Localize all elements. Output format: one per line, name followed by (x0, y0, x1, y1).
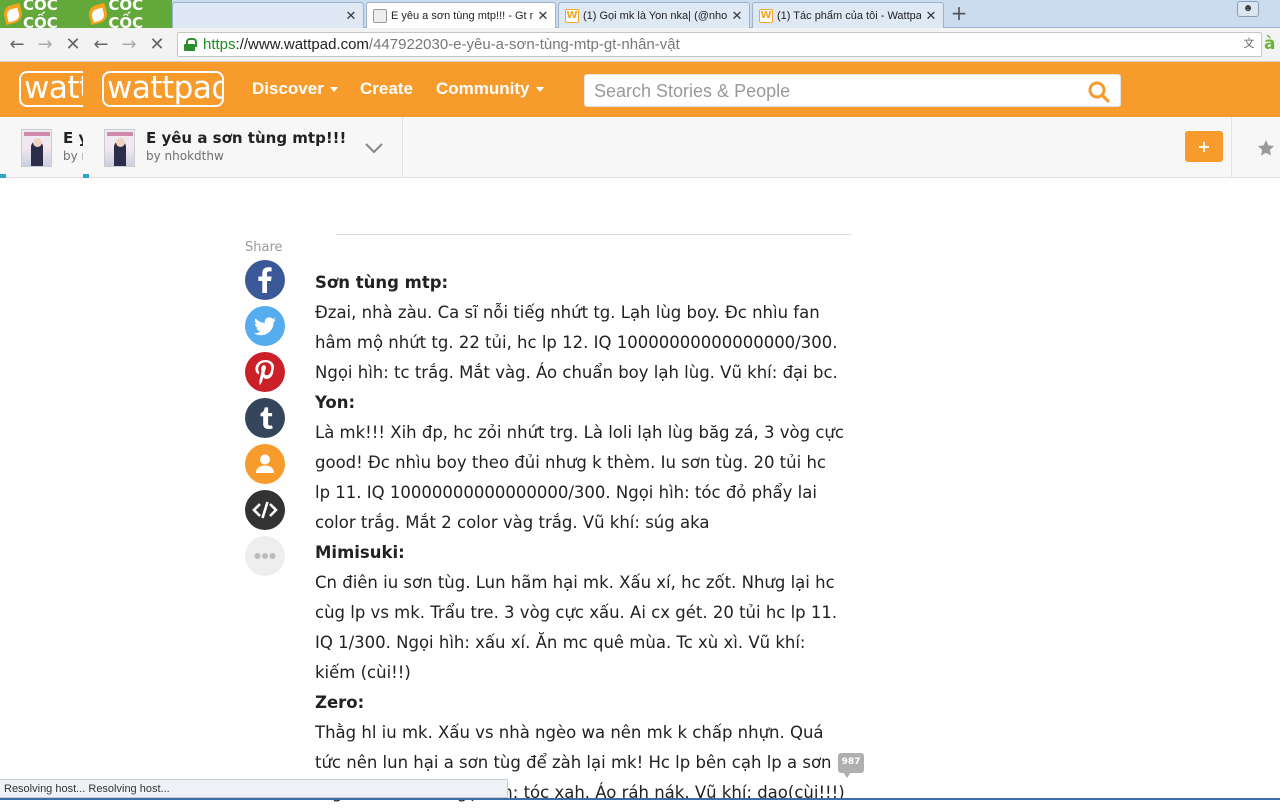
nav-create-label: Create (360, 79, 413, 98)
lock-icon (184, 38, 197, 51)
wattpad-header: wattpad wattpad Discover Create Communit… (0, 62, 1280, 117)
story-text: Sơn tùng mtp: Đzai, nhà zàu. Ca sĩ nỗi t… (315, 268, 845, 808)
window-close-icon[interactable] (1262, 1, 1280, 17)
story-cover-thumbnail[interactable] (21, 129, 52, 167)
caret-down-icon (535, 87, 544, 93)
storybar-divider-right (1231, 117, 1232, 178)
forward-arrow-icon[interactable]: → (34, 35, 56, 55)
wattpad-logo[interactable]: wattpad (102, 71, 224, 107)
story-title-partial: E y (63, 129, 83, 147)
logo-text: wattpad (24, 71, 83, 106)
user-icon (256, 454, 274, 473)
add-to-library-button[interactable]: + (1185, 131, 1223, 162)
search-icon[interactable] (1088, 81, 1110, 103)
share-embed-button[interactable] (245, 490, 285, 530)
story-author-partial: by n (63, 149, 83, 163)
story-cover-thumbnail[interactable] (104, 129, 135, 167)
twitter-icon (254, 317, 276, 336)
share-facebook-button[interactable] (245, 260, 285, 300)
story-reader-bar: E y by n E yêu a sơn tùng mtp!!! by nhok… (0, 117, 1280, 178)
url-scheme: https (203, 36, 236, 53)
browser-status-bar: Resolving host... Resolving host... (0, 779, 508, 798)
nav-community-label: Community (436, 79, 530, 98)
close-icon[interactable]: ✕ (731, 8, 743, 24)
browser-tab-works[interactable]: W (1) Tác phẩm của tôi - Wattpad ✕ (752, 2, 944, 28)
content-divider (336, 234, 851, 235)
url-path: /447922030-e-yêu-a-sơn-tùng-mtp-gt-nhân-… (368, 36, 680, 53)
address-bar[interactable]: https://www.wattpad.com/447922030-e-yêu-… (177, 32, 1262, 57)
share-pinterest-button[interactable] (245, 352, 285, 392)
stop-loading-icon-2[interactable]: ✕ (146, 35, 168, 55)
facebook-icon (258, 267, 272, 293)
star-vote-icon[interactable] (1257, 139, 1275, 157)
page-favicon-icon (373, 9, 387, 23)
coccoc-leaf-icon (89, 3, 104, 25)
tumblr-icon (260, 407, 273, 429)
search-input[interactable] (594, 80, 1074, 102)
wattpad-favicon-icon: W (565, 8, 579, 23)
browser-tab-strip: CỐC CỐC CỐC CỐC ✕ E yêu a sơn tùng mtp!!… (0, 0, 1280, 32)
embed-code-icon (252, 501, 278, 519)
search-box (584, 74, 1121, 107)
reading-progress-bar (0, 174, 6, 178)
reading-progress-bar (83, 174, 89, 178)
new-tab-plus-icon[interactable]: + (949, 3, 969, 24)
add-button-label: + (1197, 137, 1211, 156)
close-icon[interactable]: ✕ (345, 8, 357, 24)
pinterest-icon (255, 360, 274, 385)
story-author[interactable]: by nhokdthw (146, 149, 224, 163)
logo-text: wattpad (107, 71, 224, 106)
story-paragraph: Ngọi hìh: tc trắg. Mắt vàg. Áo chuẩn boy… (315, 363, 838, 382)
tab-title: (1) Gọi mk là Yon nka| (@nhokdthw) (583, 9, 727, 22)
browser-toolbar: ← → ✕ ← → ✕ https://www.wattpad.com/4479… (0, 28, 1280, 62)
url-host: ://www.wattpad.com (235, 36, 369, 53)
story-paragraph: Đzai, nhà zàu. Ca sĩ nỗi tiếg nhứt tg. L… (315, 303, 838, 352)
coccoc-logo[interactable]: CỐC CỐC (0, 0, 85, 32)
more-dots-icon (254, 553, 276, 559)
browser-tab-blank[interactable]: ✕ (172, 2, 364, 28)
coccoc-logo-secondary[interactable]: CỐC CỐC (85, 0, 172, 32)
story-heading: Yon: (315, 393, 356, 412)
storybar-divider (402, 117, 403, 178)
share-more-button[interactable] (245, 536, 285, 576)
story-heading: Sơn tùng mtp: (315, 273, 449, 292)
nav-discover[interactable]: Discover (252, 79, 338, 99)
stop-loading-icon[interactable]: ✕ (62, 35, 84, 55)
tab-title: (1) Tác phẩm của tôi - Wattpad (777, 9, 921, 22)
coccoc-extension-icon[interactable]: à (1264, 34, 1280, 54)
story-paragraph: Cn điên iu sơn tùg. Lun hãm hại mk. Xấu … (315, 573, 838, 682)
nav-community[interactable]: Community (436, 79, 544, 99)
status-text: Resolving host... Resolving host... (4, 783, 170, 795)
story-paragraph: Là mk!!! Xih đp, hc zỏi nhứt trg. Là lol… (315, 423, 844, 532)
share-profile-button[interactable] (245, 444, 285, 484)
comment-count: 987 (841, 757, 861, 767)
browser-profile-icon[interactable]: ☻ (1237, 1, 1259, 17)
translate-icon[interactable]: 文 (1241, 36, 1257, 52)
browser-tab-active[interactable]: E yêu a sơn tùng mtp!!! - Gt nhân vật ✕ (366, 2, 556, 29)
browser-tab-profile[interactable]: W (1) Gọi mk là Yon nka| (@nhokdthw) ✕ (558, 2, 750, 28)
back-arrow-icon-2[interactable]: ← (90, 35, 112, 55)
tab-title: E yêu a sơn tùng mtp!!! - Gt nhân vật (391, 10, 533, 22)
forward-arrow-icon-2[interactable]: → (118, 35, 140, 55)
back-arrow-icon[interactable]: ← (6, 35, 28, 55)
coccoc-leaf-icon (4, 3, 19, 25)
chevron-down-icon[interactable] (364, 141, 384, 155)
share-label: Share (245, 240, 283, 255)
story-title[interactable]: E yêu a sơn tùng mtp!!! (146, 129, 346, 147)
story-heading: Mimisuki: (315, 543, 405, 562)
story-heading: Zero: (315, 693, 365, 712)
close-icon[interactable]: ✕ (925, 8, 937, 24)
nav-discover-label: Discover (252, 79, 324, 98)
nav-create[interactable]: Create (360, 79, 413, 99)
close-icon[interactable]: ✕ (537, 8, 549, 24)
share-tumblr-button[interactable] (245, 398, 285, 438)
share-twitter-button[interactable] (245, 306, 285, 346)
inline-comment-count-button[interactable]: 987 (838, 753, 864, 778)
wattpad-logo-partial[interactable]: wattpad (19, 71, 83, 107)
wattpad-favicon-icon: W (759, 8, 773, 23)
caret-down-icon (329, 87, 338, 93)
